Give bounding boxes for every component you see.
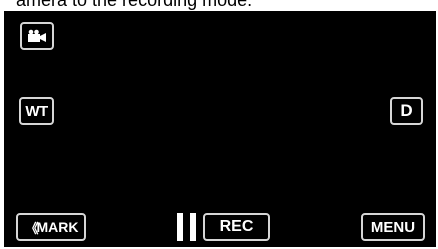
pause-bar-right [190,213,196,241]
mark-button[interactable]: 《 MARK [16,213,86,241]
menu-button[interactable]: MENU [361,213,425,241]
zoom-wt-button[interactable]: WT [19,97,54,125]
recording-mode-button[interactable] [20,22,54,50]
camera-lcd-screen: WT D 《 MARK REC MENU [4,11,436,247]
video-camera-icon [28,29,46,42]
rec-button[interactable]: REC [203,213,270,241]
pause-bar-left [177,213,183,241]
mark-button-label: MARK [36,219,79,235]
chevron-left-icon: 《 [25,220,38,236]
instruction-caption: amera to the recording mode. [16,0,253,10]
display-button[interactable]: D [390,97,423,125]
pause-icon[interactable] [177,213,197,241]
